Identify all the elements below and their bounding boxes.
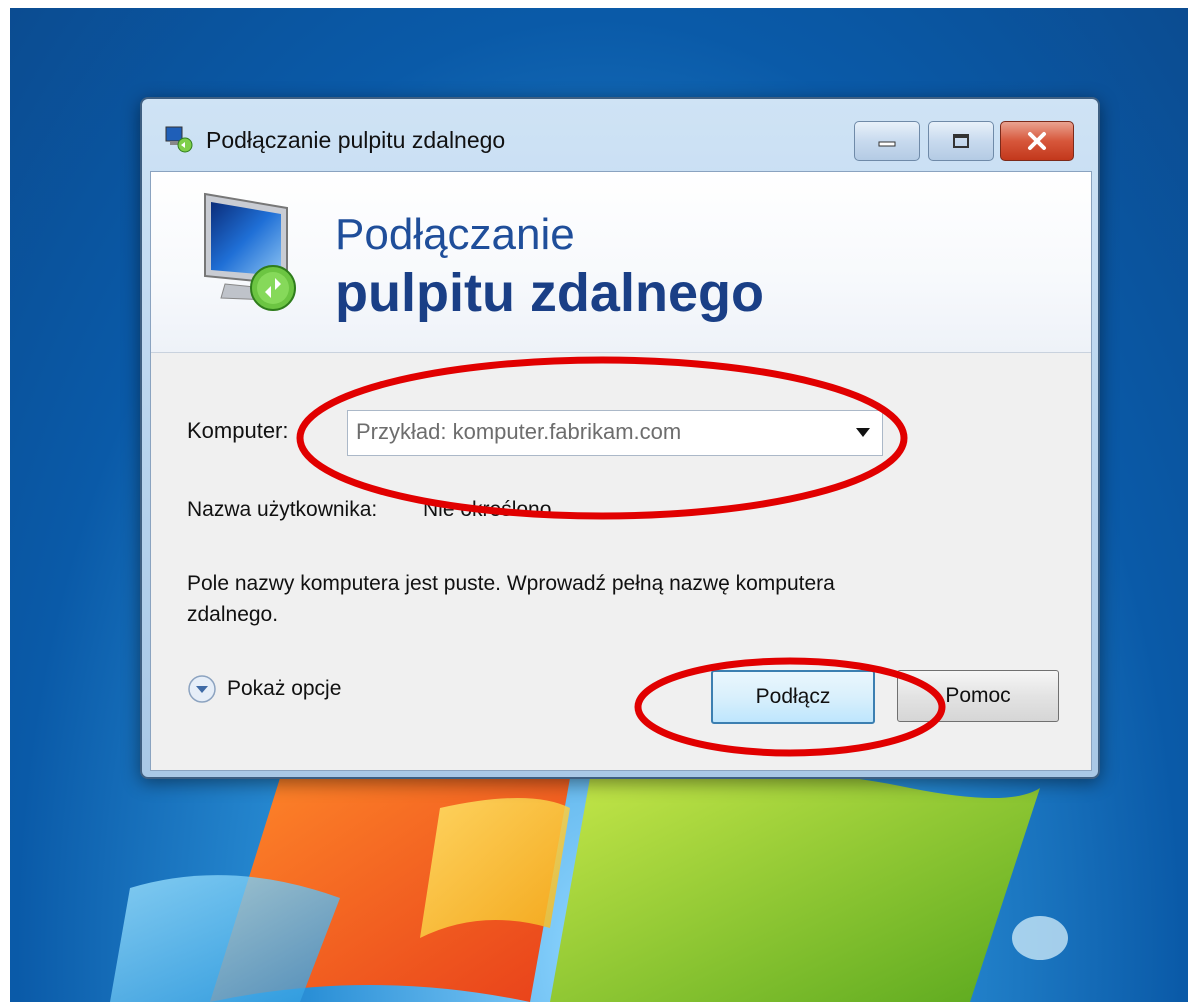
close-icon [1028, 132, 1046, 150]
expand-chevron-icon[interactable] [187, 674, 217, 704]
window-title: Podłączanie pulpitu zdalnego [206, 127, 506, 153]
username-value: Nie określono [423, 498, 552, 521]
connect-button[interactable]: Podłącz [711, 670, 875, 724]
close-button[interactable] [1000, 121, 1074, 161]
remote-desktop-icon [165, 126, 193, 153]
remote-desktop-window: Podłączanie pulpitu zdalnego Podłączanie… [140, 97, 1100, 779]
minimize-button[interactable] [854, 121, 920, 161]
show-options-toggle[interactable]: Pokaż opcje [187, 674, 341, 704]
banner-title-line2: pulpitu zdalnego [335, 263, 764, 323]
banner-title-line1: Podłączanie [335, 210, 575, 259]
maximize-button[interactable] [928, 121, 994, 161]
computer-label: Komputer: [187, 418, 289, 443]
computer-input-placeholder[interactable]: Przykład: komputer.fabrikam.com [356, 419, 681, 445]
dropdown-arrow-icon[interactable] [854, 423, 872, 441]
maximize-icon [953, 134, 969, 148]
computer-combobox[interactable]: Przykład: komputer.fabrikam.com [347, 410, 883, 456]
title-bar[interactable]: Podłączanie pulpitu zdalnego [142, 99, 1098, 161]
banner: Podłączanie pulpitu zdalnego [151, 172, 1091, 353]
monitor-remote-icon [204, 192, 296, 311]
show-options-label[interactable]: Pokaż opcje [227, 677, 341, 701]
minimize-icon [878, 141, 896, 147]
help-button[interactable]: Pomoc [897, 670, 1059, 722]
username-label: Nazwa użytkownika: [187, 498, 378, 521]
status-message: Pole nazwy komputera jest puste. Wprowad… [187, 572, 835, 626]
dialog-client-area: Podłączanie pulpitu zdalnego Komputer: P… [150, 171, 1092, 771]
